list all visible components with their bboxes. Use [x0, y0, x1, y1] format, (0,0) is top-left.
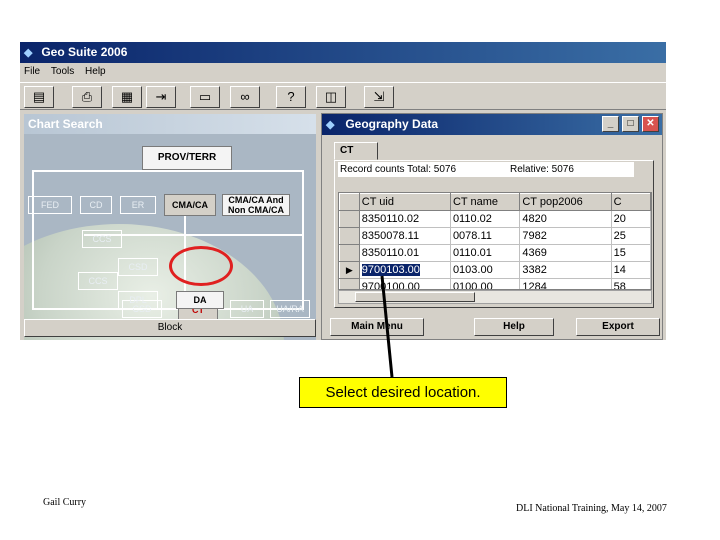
- instruction-callout: Select desired location.: [299, 377, 507, 408]
- pointer-line: [380, 275, 394, 378]
- pointer-arrow-line: [380, 275, 394, 378]
- footer-event: DLI National Training, May 14, 2007: [516, 503, 667, 514]
- footer-author: Gail Curry: [43, 497, 87, 508]
